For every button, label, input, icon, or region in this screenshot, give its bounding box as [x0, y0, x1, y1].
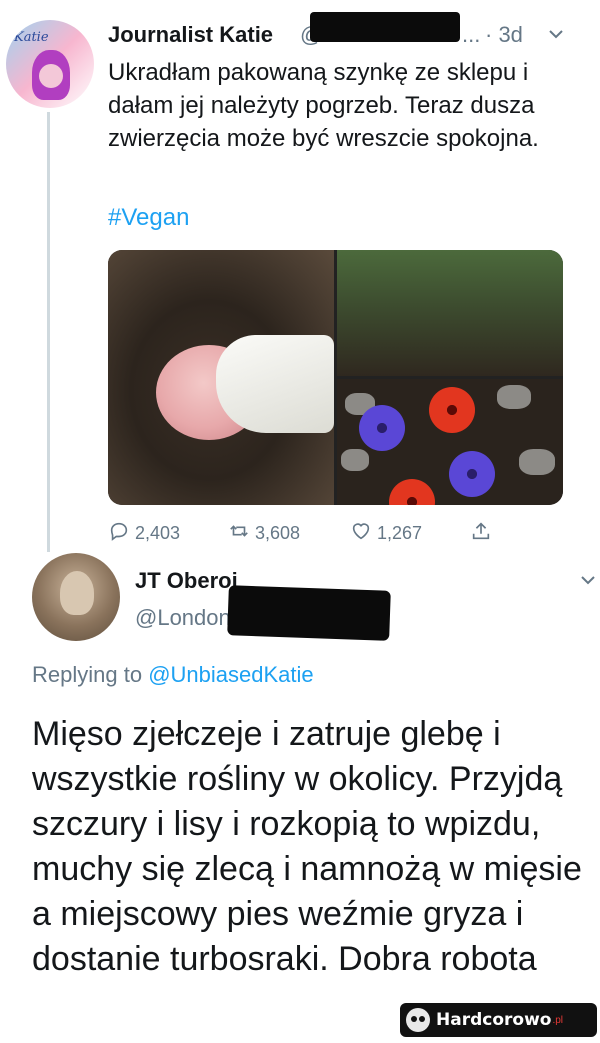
replying-label: Replying to	[32, 662, 143, 687]
tweet-timestamp[interactable]: · 3d	[485, 22, 523, 48]
reply-text: Mięso zjełczeje i zatruje glebę i wszyst…	[32, 715, 582, 978]
reply-button[interactable]: 2,403	[108, 520, 180, 547]
like-count: 1,267	[377, 523, 423, 543]
like-icon	[350, 520, 372, 547]
author-name[interactable]: Journalist Katie	[108, 22, 273, 48]
watermark-brand: Hardcorowo	[436, 1010, 552, 1030]
media-photo-burial[interactable]	[108, 250, 334, 505]
site-watermark: Hardcorowo .pl	[400, 1003, 597, 1037]
media-photo-grave[interactable]	[337, 250, 563, 376]
chevron-down-icon[interactable]	[580, 570, 596, 591]
hashtag-link[interactable]: #Vegan	[108, 204, 189, 232]
author-avatar[interactable]: Katie	[6, 20, 94, 108]
handle-ellipsis: ...	[462, 22, 481, 47]
retweet-icon	[228, 520, 250, 547]
thread-line	[47, 112, 50, 552]
retweet-count: 3,608	[255, 523, 301, 543]
like-button[interactable]: 1,267	[350, 520, 422, 547]
media-photo-flowers[interactable]	[337, 379, 563, 505]
share-icon	[470, 520, 492, 547]
redaction-bar	[227, 585, 391, 641]
reply-icon	[108, 520, 130, 547]
white-glove	[216, 335, 334, 433]
tweet-text: Ukradłam pakowaną szynkę ze sklepu i dał…	[108, 59, 539, 152]
mention-link[interactable]: @UnbiasedKatie	[148, 662, 313, 687]
reply-author-name[interactable]: JT Oberoi	[135, 568, 238, 594]
replying-to: Replying to @UnbiasedKatie	[32, 662, 314, 688]
skull-icon	[406, 1008, 430, 1032]
retweet-button[interactable]: 3,608	[228, 520, 300, 547]
tweet-media-grid[interactable]	[108, 250, 563, 505]
chevron-down-icon[interactable]	[548, 24, 564, 45]
watermark-tld: .pl	[552, 1014, 564, 1026]
reply-author-avatar[interactable]	[32, 553, 120, 641]
share-button[interactable]	[470, 520, 492, 547]
avatar-text: Katie	[14, 30, 49, 45]
reply-count: 2,403	[135, 523, 181, 543]
redaction-bar	[310, 12, 460, 42]
